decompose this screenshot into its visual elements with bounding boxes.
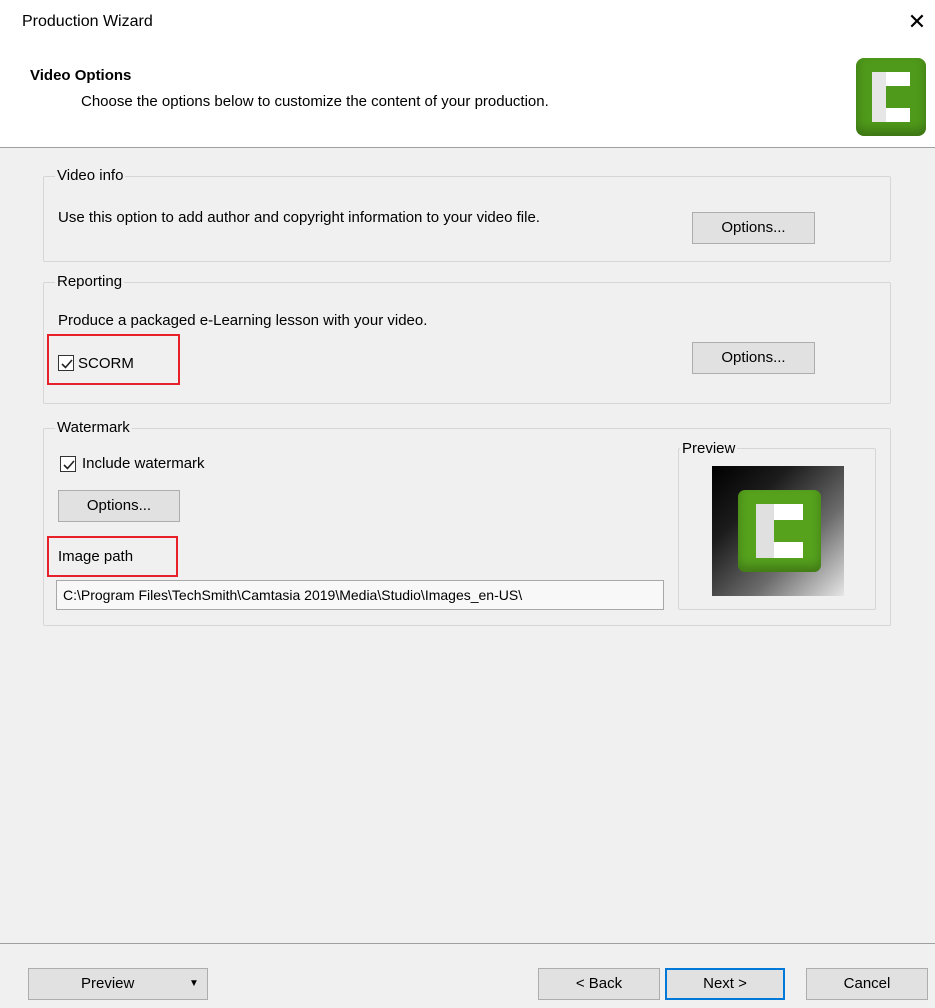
include-watermark-checkbox[interactable] [60, 456, 76, 472]
camtasia-logo-icon [738, 490, 821, 572]
image-path-field[interactable]: C:\Program Files\TechSmith\Camtasia 2019… [56, 580, 664, 610]
watermark-legend: Watermark [55, 419, 132, 436]
back-button[interactable]: < Back [538, 968, 660, 1000]
video-info-options-button[interactable]: Options... [692, 212, 815, 244]
scorm-checkbox[interactable] [58, 355, 74, 371]
window-title: Production Wizard [22, 13, 153, 30]
camtasia-logo-icon [856, 58, 926, 136]
checkmark-icon [63, 460, 75, 470]
cancel-button[interactable]: Cancel [806, 968, 928, 1000]
include-watermark-label[interactable]: Include watermark [82, 455, 205, 472]
checkmark-icon [61, 359, 73, 369]
reporting-description: Produce a packaged e-Learning lesson wit… [58, 312, 428, 329]
next-button[interactable]: Next > [665, 968, 785, 1000]
dropdown-arrow-icon: ▼ [189, 978, 199, 989]
close-icon[interactable]: ✕ [905, 8, 929, 36]
video-info-legend: Video info [55, 167, 126, 184]
video-info-description: Use this option to add author and copyri… [58, 209, 540, 226]
preview-dropdown-button[interactable]: Preview ▼ [28, 968, 208, 1000]
preview-button-label: Preview [81, 975, 135, 992]
page-title: Video Options [30, 67, 132, 84]
image-path-label: Image path [58, 548, 134, 565]
preview-legend: Preview [680, 440, 738, 457]
reporting-options-button[interactable]: Options... [692, 342, 815, 374]
scorm-label[interactable]: SCORM [78, 355, 134, 372]
reporting-legend: Reporting [55, 273, 125, 290]
page-subtitle: Choose the options below to customize th… [81, 93, 549, 110]
watermark-options-button[interactable]: Options... [58, 490, 180, 522]
